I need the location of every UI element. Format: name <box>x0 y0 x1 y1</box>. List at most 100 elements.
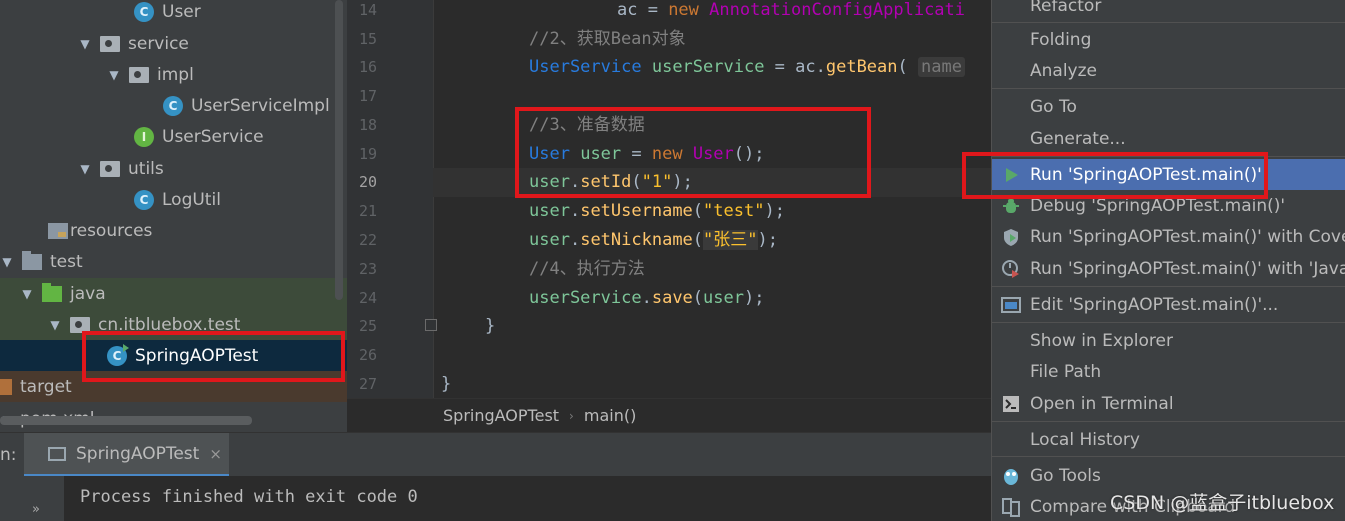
run-label: n: <box>0 445 17 465</box>
fold-marker-icon[interactable] <box>425 319 437 331</box>
tree-item-service[interactable]: ▼ service <box>0 28 347 59</box>
tree-item-userservice[interactable]: I UserService <box>0 121 347 152</box>
console-toolbar: » <box>0 476 64 521</box>
menu-item-label: Run 'SpringAOPTest.main()' with 'Java F <box>1030 258 1345 279</box>
menu-item-goto[interactable]: Go To <box>992 91 1345 122</box>
tree-item-logutil[interactable]: C LogUtil <box>0 184 347 215</box>
line-number: 23 <box>358 260 377 278</box>
go-gopher-icon <box>1000 465 1022 487</box>
code-line-27: } <box>441 374 452 394</box>
code-line-19: User user = new User(); <box>529 144 765 164</box>
console-output-line: Process finished with exit code 0 <box>80 487 418 507</box>
tree-item-test[interactable]: ▼ test <box>0 246 347 277</box>
breadcrumb-method[interactable]: main() <box>584 406 636 425</box>
line-number-current: 20 <box>358 173 377 191</box>
parameter-hint: name <box>918 57 965 77</box>
tree-item-utils[interactable]: ▼ utils <box>0 153 347 184</box>
menu-item-open-in-terminal[interactable]: Open in Terminal <box>992 388 1345 419</box>
code-line-14: ac = new AnnotationConfigApplicati <box>617 0 966 20</box>
code-line-24: userService.save(user); <box>529 288 765 308</box>
expand-arrow-icon[interactable]: ▼ <box>78 37 92 51</box>
tree-item-java[interactable]: ▼ java <box>0 278 347 309</box>
tree-item-label: cn.itbluebox.test <box>98 314 241 335</box>
run-tab-label: SpringAOPTest <box>76 443 200 464</box>
expand-toolbar-icon[interactable]: » <box>32 502 40 517</box>
current-line-highlight <box>433 168 991 197</box>
menu-separator <box>992 456 1345 457</box>
menu-separator <box>992 286 1345 287</box>
expand-arrow-icon[interactable]: ▼ <box>78 162 92 176</box>
menu-item-local-history[interactable]: Local History <box>992 424 1345 455</box>
menu-item-analyze[interactable]: Analyze <box>992 55 1345 86</box>
menu-item-edit-configuration[interactable]: Edit 'SpringAOPTest.main()'... <box>992 289 1345 320</box>
menu-item-go-tools[interactable]: Go Tools <box>992 460 1345 491</box>
console-icon <box>48 446 66 461</box>
line-number: 25 <box>358 317 377 335</box>
close-icon[interactable]: × <box>209 445 222 463</box>
code-line-22: user.setNickname("张三"); <box>529 230 779 250</box>
tree-item-package-test[interactable]: ▼ cn.itbluebox.test <box>0 309 347 340</box>
menu-item-label: Generate... <box>1030 128 1126 149</box>
menu-item-run-flight-recorder[interactable]: Run 'SpringAOPTest.main()' with 'Java F <box>992 253 1345 284</box>
code-line-25: } <box>485 316 496 336</box>
run-icon <box>1000 164 1022 186</box>
test-source-folder-icon <box>42 282 62 302</box>
project-tree-panel: C User ▼ service ▼ impl C UserServiceImp… <box>0 0 347 432</box>
line-number: 24 <box>358 289 377 307</box>
menu-item-run[interactable]: Run 'SpringAOPTest.main()' <box>992 159 1345 190</box>
line-gutter: 14 15 16 17 18 19 20 21 22 23 24 25 26 2… <box>347 0 433 398</box>
line-number: 15 <box>358 30 377 48</box>
tree-item-label: LogUtil <box>162 189 221 210</box>
expand-arrow-icon[interactable]: ▼ <box>20 287 34 301</box>
gutter-divider <box>433 0 434 398</box>
expand-arrow-icon[interactable]: ▼ <box>107 68 121 82</box>
menu-item-label: Debug 'SpringAOPTest.main()' <box>1030 195 1286 216</box>
menu-item-refactor[interactable]: Refactor <box>992 0 1345 21</box>
menu-item-label: Run 'SpringAOPTest.main()' <box>1030 164 1262 185</box>
breadcrumb-class[interactable]: SpringAOPTest <box>443 406 559 425</box>
tree-item-label: java <box>70 283 106 304</box>
expand-arrow-icon[interactable]: ▼ <box>0 255 14 269</box>
class-icon: C <box>163 95 183 116</box>
code-editor[interactable]: 14 15 16 17 18 19 20 21 22 23 24 25 26 2… <box>347 0 991 432</box>
compare-icon <box>1000 496 1022 518</box>
menu-item-file-path[interactable]: File Path <box>992 356 1345 387</box>
runnable-class-icon: C <box>107 343 129 366</box>
code-line-15: //2、获取Bean对象 <box>529 29 686 49</box>
menu-item-run-coverage[interactable]: Run 'SpringAOPTest.main()' with Covera <box>992 221 1345 252</box>
menu-item-label: Analyze <box>1030 60 1097 81</box>
tree-item-user[interactable]: C User <box>0 0 347 27</box>
tree-item-springaoptest[interactable]: C SpringAOPTest <box>0 340 347 371</box>
line-number: 27 <box>358 375 377 393</box>
run-console[interactable]: » Process finished with exit code 0 <box>0 476 991 521</box>
tree-item-impl[interactable]: ▼ impl <box>0 59 347 90</box>
breadcrumb: SpringAOPTest › main() <box>347 398 991 432</box>
menu-item-label: Go To <box>1030 96 1077 117</box>
menu-item-label: Go Tools <box>1030 465 1101 486</box>
debug-icon <box>1000 195 1022 217</box>
menu-separator <box>992 156 1345 157</box>
run-tab-springaoptest[interactable]: SpringAOPTest × <box>24 433 229 477</box>
menu-item-debug[interactable]: Debug 'SpringAOPTest.main()' <box>992 190 1345 221</box>
coverage-icon <box>1000 226 1022 248</box>
menu-item-generate[interactable]: Generate... <box>992 123 1345 154</box>
vertical-scrollbar[interactable] <box>335 0 343 300</box>
tree-item-userserviceimpl[interactable]: C UserServiceImpl <box>0 90 347 121</box>
menu-item-show-in-explorer[interactable]: Show in Explorer <box>992 325 1345 356</box>
package-icon <box>129 66 149 83</box>
line-number: 26 <box>358 346 377 364</box>
watermark: CSDN @蓝盒子itbluebox <box>1110 492 1335 514</box>
tree-item-target[interactable]: target <box>0 371 347 402</box>
menu-item-folding[interactable]: Folding <box>992 24 1345 55</box>
horizontal-scrollbar[interactable] <box>0 416 252 425</box>
line-number: 19 <box>358 145 377 163</box>
interface-icon: I <box>134 126 154 147</box>
code-line-23: //4、执行方法 <box>529 259 645 279</box>
menu-item-label: Local History <box>1030 429 1140 450</box>
line-number: 14 <box>358 1 377 19</box>
expand-arrow-icon[interactable]: ▼ <box>48 318 62 332</box>
terminal-icon <box>1000 393 1022 415</box>
tree-item-resources[interactable]: resources <box>0 215 347 246</box>
tree-item-label: UserServiceImpl <box>191 95 330 116</box>
code-line-21: user.setUsername("test"); <box>529 201 785 221</box>
